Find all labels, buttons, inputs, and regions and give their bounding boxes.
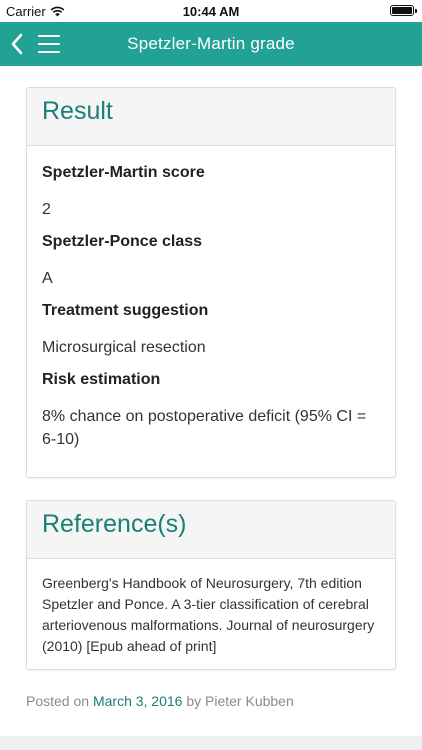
risk-label: Risk estimation	[42, 371, 161, 388]
status-bar: Carrier 10:44 AM	[0, 0, 422, 22]
nav-bar: Spetzler-Martin grade	[0, 22, 422, 66]
posted-on-label: Posted on	[26, 693, 90, 709]
result-heading: Result	[27, 88, 395, 146]
result-card: Result Spetzler-Martin score 2 Spetzler-…	[26, 87, 396, 478]
reference-card: Reference(s) Greenberg's Handbook of Neu…	[26, 500, 396, 670]
post-meta: Posted on March 3, 2016 by Pieter Kubben	[26, 693, 294, 709]
score-label: Spetzler-Martin score	[42, 164, 205, 181]
risk-value: 8% chance on postoperative deficit (95% …	[42, 408, 367, 448]
post-date-link[interactable]: March 3, 2016	[93, 693, 183, 709]
treatment-label: Treatment suggestion	[42, 302, 209, 319]
reference-heading: Reference(s)	[27, 501, 395, 559]
bottom-bar	[0, 736, 422, 750]
treatment-value: Microsurgical resection	[42, 339, 206, 356]
page-title: Spetzler-Martin grade	[127, 34, 295, 53]
class-label: Spetzler-Ponce class	[42, 233, 203, 250]
author-label: by Pieter Kubben	[186, 693, 294, 709]
reference-text: Greenberg's Handbook of Neurosurgery, 7t…	[42, 575, 375, 654]
status-time: 10:44 AM	[182, 4, 240, 19]
battery-icon	[390, 5, 417, 16]
score-value: 2	[42, 201, 51, 218]
battery-fill	[392, 7, 412, 14]
class-value: A	[42, 270, 53, 287]
